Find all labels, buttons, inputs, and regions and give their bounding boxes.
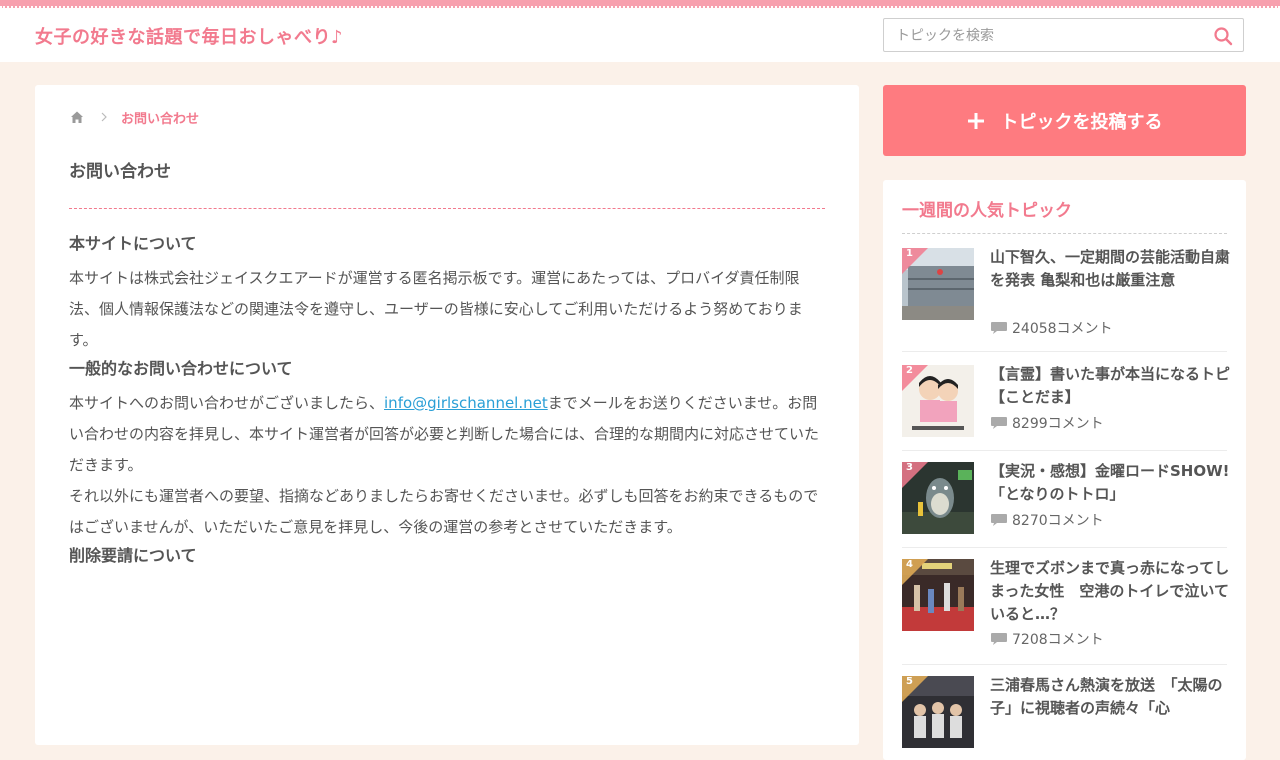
comment-count-text: 8270コメント — [1012, 513, 1104, 529]
plus-icon — [967, 112, 984, 129]
comment-count-text: 24058コメント — [1012, 321, 1113, 337]
ranking-separator — [902, 450, 1227, 451]
comment-count: 8299コメント — [990, 413, 1104, 433]
section-heading: 削除要請について — [69, 546, 197, 565]
ranking-item[interactable]: 2 【言霊】書いた事が本当になるトピ【ことだま】 8299コメント — [902, 363, 1230, 445]
search-input[interactable] — [894, 25, 1198, 47]
search-box[interactable] — [883, 18, 1244, 52]
rank-number: 2 — [906, 365, 913, 376]
comment-bubble-icon — [991, 417, 1007, 429]
ranking-separator — [902, 547, 1227, 548]
comment-bubble-icon — [991, 633, 1007, 645]
comment-bubble-icon — [991, 322, 1007, 334]
section-text: 本サイトへのお問い合わせがございましたら、info@girlschannel.n… — [69, 388, 825, 543]
ranking-separator — [902, 351, 1227, 352]
section-heading: 一般的なお問い合わせについて — [69, 359, 293, 378]
comment-count: 8270コメント — [990, 510, 1104, 530]
topic-title[interactable]: 生理でズボンまで真っ赤になってしまった女性 空港のトイレで泣いていると…？ — [990, 557, 1230, 626]
topic-title[interactable]: 【実況・感想】金曜ロードSHOW!「となりのトトロ」 — [990, 460, 1230, 506]
main-content: お問い合わせ お問い合わせ 本サイトについて 本サイトは株式会社ジェイスクエアー… — [35, 85, 859, 745]
site-title[interactable]: 女子の好きな話題で毎日おしゃべり♪ — [35, 23, 343, 49]
comment-count-text: 7208コメント — [1012, 632, 1104, 648]
comment-count: 7208コメント — [990, 629, 1104, 649]
topic-title[interactable]: 【言霊】書いた事が本当になるトピ【ことだま】 — [990, 363, 1230, 409]
search-icon[interactable] — [1213, 26, 1233, 46]
header: 女子の好きな話題で毎日おしゃべり♪ — [0, 8, 1280, 62]
breadcrumb-current: お問い合わせ — [121, 111, 200, 127]
comment-bubble-icon — [991, 514, 1007, 526]
post-topic-button[interactable]: トピックを投稿する — [883, 85, 1246, 156]
rank-number: 3 — [906, 462, 913, 473]
text-span: それ以外にも運営者への要望、指摘などありましたらお寄せくださいませ。必ずしも回答… — [69, 487, 819, 536]
title-divider — [69, 208, 825, 209]
rank-number: 4 — [906, 559, 913, 570]
text-span: 本サイトへのお問い合わせがございましたら、 — [69, 394, 385, 412]
ranking-item[interactable]: 4 生理でズボンまで真っ赤になってしまった女性 空港のトイレで泣いていると…？ … — [902, 557, 1230, 659]
ranking-divider — [902, 233, 1227, 234]
ranking-separator — [902, 664, 1227, 665]
rank-number: 5 — [906, 676, 913, 687]
topic-title[interactable]: 三浦春馬さん熱演を放送 「太陽の子」に視聴者の声続々「心 — [990, 674, 1230, 720]
email-link[interactable]: info@girlschannel.net — [384, 394, 548, 412]
top-stripe — [0, 0, 1280, 8]
ranking-title: 一週間の人気トピック — [902, 201, 1072, 221]
page-title: お問い合わせ — [69, 162, 171, 182]
weekly-ranking: 一週間の人気トピック 1 山下智久、一定期間の芸能活動自粛を発表 亀梨和也は厳重… — [883, 180, 1246, 760]
chevron-right-icon — [101, 112, 107, 122]
post-topic-label: トピックを投稿する — [1000, 111, 1163, 133]
comment-count-text: 8299コメント — [1012, 416, 1104, 432]
ranking-item[interactable]: 1 山下智久、一定期間の芸能活動自粛を発表 亀梨和也は厳重注意 24058コメン… — [902, 246, 1230, 338]
section-heading: 本サイトについて — [69, 234, 197, 253]
comment-count: 24058コメント — [990, 318, 1113, 338]
ranking-item[interactable]: 5 三浦春馬さん熱演を放送 「太陽の子」に視聴者の声続々「心 — [902, 676, 1227, 756]
breadcrumb: お問い合わせ — [69, 107, 199, 127]
article-body: 本サイトについて 本サイトは株式会社ジェイスクエアードが運営する匿名掲示板です。… — [69, 231, 825, 569]
home-icon[interactable] — [69, 109, 85, 125]
rank-number: 1 — [906, 248, 913, 259]
section-text: 本サイトは株式会社ジェイスクエアードが運営する匿名掲示板です。運営にあたっては、… — [69, 269, 803, 349]
topic-title[interactable]: 山下智久、一定期間の芸能活動自粛を発表 亀梨和也は厳重注意 — [990, 246, 1230, 292]
ranking-item[interactable]: 3 【実況・感想】金曜ロードSHOW!「となりのトトロ」 8270コメント — [902, 460, 1230, 542]
